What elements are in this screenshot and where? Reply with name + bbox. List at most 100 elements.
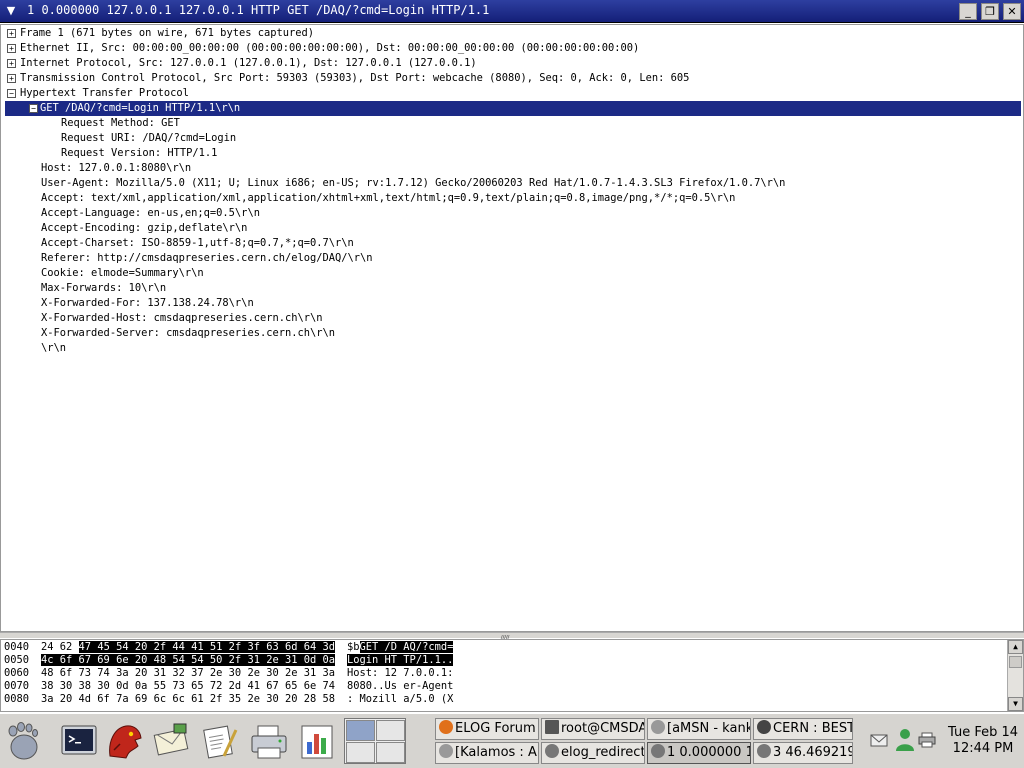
tree-row-request-method[interactable]: Request Method: GET — [1, 116, 1021, 131]
tree-row-label: Host: 127.0.0.1:8080\r\n — [41, 162, 192, 174]
task-elog-redirect[interactable]: elog_redirect - — [541, 742, 645, 764]
tree-row-request-version[interactable]: Request Version: HTTP/1.1 — [1, 146, 1021, 161]
hex-ascii: $bGET /D AQ/?cmd= — [347, 641, 454, 653]
minimize-button[interactable]: _ — [959, 3, 977, 20]
hex-ascii: Host: 12 7.0.0.1: — [347, 667, 454, 679]
tree-row-label: Accept-Encoding: gzip,deflate\r\n — [41, 222, 248, 234]
tree-row-frame[interactable]: + Frame 1 (671 bytes on wire, 671 bytes … — [1, 26, 1021, 41]
terminal-launcher-icon[interactable] — [60, 720, 98, 762]
tree-row-label: X-Forwarded-Server: cmsdaqpreseries.cern… — [41, 327, 336, 339]
tree-row-accept[interactable]: Accept: text/xml,application/xml,applica… — [1, 191, 1021, 206]
hex-bytes: 4c 6f 67 69 6e 20 48 54 54 50 2f 31 2e 3… — [41, 654, 336, 667]
tree-row-label: Transmission Control Protocol, Src Port:… — [20, 72, 690, 84]
tree-row-ethernet[interactable]: + Ethernet II, Src: 00:00:00_00:00:00 (0… — [1, 41, 1021, 56]
workspace-pager[interactable] — [344, 718, 406, 764]
task-cern-best[interactable]: CERN : BEST — [753, 718, 853, 740]
tree-row-host[interactable]: Host: 127.0.0.1:8080\r\n — [1, 161, 1021, 176]
amsn-icon — [651, 720, 665, 734]
tree-row-max-forwards[interactable]: Max-Forwards: 10\r\n — [1, 281, 1021, 296]
hex-ascii: : Mozill a/5.0 (X — [347, 693, 454, 705]
mail-notify-icon[interactable] — [870, 732, 888, 748]
tree-row-label: Request Method: GET — [61, 117, 180, 129]
tree-row-x-forwarded-host[interactable]: X-Forwarded-Host: cmsdaqpreseries.cern.c… — [1, 311, 1021, 326]
document-launcher-icon[interactable] — [200, 720, 238, 762]
expand-icon[interactable]: + — [7, 44, 16, 53]
clock[interactable]: Tue Feb 14 12:44 PM — [944, 725, 1022, 757]
task-ethereal-packet-1[interactable]: 1 0.000000 12 — [647, 742, 751, 764]
hex-ascii-highlighted: Login HT TP/1.1.. — [347, 654, 454, 666]
task-elog-forum[interactable]: ELOG Forum — [435, 718, 539, 740]
hex-offset: 0040 — [4, 641, 30, 653]
firefox-icon — [439, 720, 453, 734]
hex-bytes: 38 30 38 30 0d 0a 55 73 65 72 2d 41 67 6… — [41, 680, 336, 692]
pane-splitter[interactable]: ///// — [0, 632, 1024, 643]
expand-icon[interactable]: + — [7, 59, 16, 68]
hex-bytes: 48 6f 73 74 3a 20 31 32 37 2e 30 2e 30 2… — [41, 667, 336, 679]
taskbar: ELOG Forum root@CMSDA [aMSN - kank CERN … — [0, 713, 1024, 768]
tree-row-cookie[interactable]: Cookie: elmode=Summary\r\n — [1, 266, 1021, 281]
tree-row-x-forwarded-server[interactable]: X-Forwarded-Server: cmsdaqpreseries.cern… — [1, 326, 1021, 341]
task-terminal-root[interactable]: root@CMSDA — [541, 718, 645, 740]
hex-bytes-highlighted: 4c 6f 67 69 6e 20 48 54 54 50 2f 31 2e 3… — [41, 654, 336, 666]
collapse-icon[interactable]: − — [29, 104, 38, 113]
maximize-button[interactable]: ❐ — [981, 3, 999, 20]
workspace-1[interactable] — [346, 720, 375, 741]
tree-row-label: Request URI: /DAQ/?cmd=Login — [61, 132, 237, 144]
close-button[interactable]: ✕ — [1003, 3, 1021, 20]
workspace-2[interactable] — [376, 720, 405, 741]
expand-icon[interactable]: + — [7, 74, 16, 83]
user-status-icon[interactable] — [894, 728, 916, 752]
hex-bytes: 3a 20 4d 6f 7a 69 6c 6c 61 2f 35 2e 30 2… — [41, 693, 336, 705]
packet-details-tree: + Frame 1 (671 bytes on wire, 671 bytes … — [0, 24, 1024, 632]
scroll-thumb[interactable] — [1009, 656, 1022, 668]
ethereal-icon — [757, 744, 771, 758]
printer-launcher-icon[interactable] — [248, 720, 287, 762]
task-ethereal-packet-3[interactable]: 3 46.469219 1 — [753, 742, 853, 764]
hex-offset: 0050 — [4, 654, 30, 666]
tree-row-label: Hypertext Transfer Protocol — [20, 87, 189, 99]
browser-launcher-icon[interactable] — [104, 720, 142, 762]
task-kalamos[interactable]: [Kalamos : Ap — [435, 742, 539, 764]
tree-row-x-forwarded-for[interactable]: X-Forwarded-For: 137.138.24.78\r\n — [1, 296, 1021, 311]
task-amsn[interactable]: [aMSN - kank — [647, 718, 751, 740]
tree-row-get-selected[interactable]: − GET /DAQ/?cmd=Login HTTP/1.1\r\n — [5, 101, 1021, 116]
tree-row-crlf[interactable]: \r\n — [1, 341, 1021, 356]
tree-row-referer[interactable]: Referer: http://cmsdaqpreseries.cern.ch/… — [1, 251, 1021, 266]
hex-ascii: 8080..Us er-Agent — [347, 680, 454, 692]
tree-row-label: Ethernet II, Src: 00:00:00_00:00:00 (00:… — [20, 42, 640, 54]
scroll-down-icon[interactable]: ▼ — [1008, 697, 1023, 711]
workspace-4[interactable] — [376, 742, 405, 763]
scroll-up-icon[interactable]: ▲ — [1008, 640, 1023, 654]
tree-row-label: Frame 1 (671 bytes on wire, 671 bytes ca… — [20, 27, 315, 39]
hex-bytes: 24 62 47 45 54 20 2f 44 41 51 2f 3f 63 6… — [41, 641, 336, 653]
ethereal-icon — [545, 744, 559, 758]
tree-row-ip[interactable]: + Internet Protocol, Src: 127.0.0.1 (127… — [1, 56, 1021, 71]
tree-row-tcp[interactable]: + Transmission Control Protocol, Src Por… — [1, 71, 1021, 86]
workspace-3[interactable] — [346, 742, 375, 763]
spreadsheet-launcher-icon[interactable] — [296, 720, 334, 762]
tree-row-label: Cookie: elmode=Summary\r\n — [41, 267, 204, 279]
tree-row-request-uri[interactable]: Request URI: /DAQ/?cmd=Login — [1, 131, 1021, 146]
tree-row-label: Accept-Language: en-us,en;q=0.5\r\n — [41, 207, 260, 219]
kalamos-icon — [439, 744, 453, 758]
hex-scrollbar[interactable]: ▲ ▼ — [1007, 640, 1023, 711]
tree-row-http[interactable]: − Hypertext Transfer Protocol — [1, 86, 1021, 101]
hex-dump-pane: 0040 24 62 47 45 54 20 2f 44 41 51 2f 3f… — [0, 639, 1024, 712]
tree-row-label: X-Forwarded-For: 137.138.24.78\r\n — [41, 297, 254, 309]
collapse-icon[interactable]: − — [7, 89, 16, 98]
main-menu-foot-icon[interactable] — [4, 720, 42, 762]
mail-launcher-icon[interactable] — [152, 720, 190, 762]
tree-row-accept-encoding[interactable]: Accept-Encoding: gzip,deflate\r\n — [1, 221, 1021, 236]
tree-row-accept-language[interactable]: Accept-Language: en-us,en;q=0.5\r\n — [1, 206, 1021, 221]
tree-row-accept-charset[interactable]: Accept-Charset: ISO-8859-1,utf-8;q=0.7,*… — [1, 236, 1021, 251]
window-title: 1 0.000000 127.0.0.1 127.0.0.1 HTTP GET … — [27, 3, 490, 17]
ethereal-icon — [651, 744, 665, 758]
printer-tray-icon[interactable] — [918, 732, 936, 748]
expand-icon[interactable]: + — [7, 29, 16, 38]
tree-row-label: GET /DAQ/?cmd=Login HTTP/1.1\r\n — [40, 102, 241, 114]
hex-ascii-highlighted: GET /D AQ/?cmd= — [359, 641, 454, 653]
tree-row-label: Max-Forwards: 10\r\n — [41, 282, 167, 294]
window-menu-icon[interactable]: ▼ — [2, 3, 20, 19]
tree-row-user-agent[interactable]: User-Agent: Mozilla/5.0 (X11; U; Linux i… — [1, 176, 1021, 191]
hex-offset: 0060 — [4, 667, 30, 679]
